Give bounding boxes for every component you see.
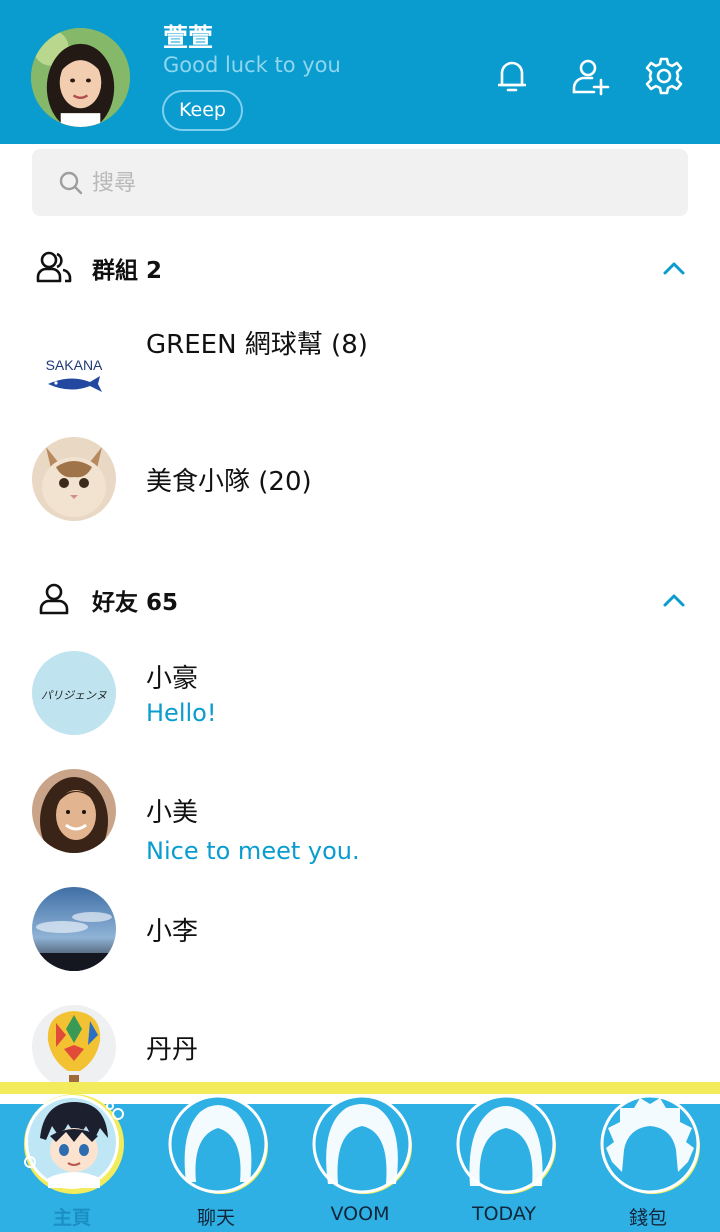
tab-label: VOOM bbox=[330, 1203, 390, 1225]
tab-label: TODAY bbox=[472, 1203, 536, 1225]
chat-character-silhouette-icon bbox=[166, 1092, 270, 1196]
search-bar[interactable] bbox=[32, 149, 688, 216]
voom-character-silhouette-icon bbox=[310, 1092, 414, 1196]
friends-section-header[interactable]: 好友 65 bbox=[0, 568, 720, 628]
cat-avatar bbox=[32, 437, 116, 521]
bell-icon[interactable] bbox=[492, 56, 532, 96]
bottom-navigation: 主頁 聊天 VOOM TODAY 錢包 bbox=[0, 1094, 720, 1232]
friend-item[interactable]: パリジェンヌ 小豪 Hello! bbox=[0, 638, 720, 748]
profile-avatar[interactable] bbox=[31, 28, 130, 127]
friend-item[interactable]: 小李 bbox=[0, 874, 720, 984]
search-input[interactable] bbox=[92, 163, 652, 203]
friends-section-title: 好友 65 bbox=[92, 590, 179, 616]
chevron-up-icon[interactable] bbox=[660, 254, 688, 282]
tab-label: 錢包 bbox=[628, 1207, 667, 1229]
groups-section-title: 群組 2 bbox=[92, 258, 163, 284]
group-name: 美食小隊 (20) bbox=[146, 467, 312, 497]
friend-status-message: Nice to meet you. bbox=[146, 837, 360, 865]
groups-icon bbox=[36, 251, 72, 283]
friend-avatar bbox=[32, 887, 116, 971]
today-character-silhouette-icon bbox=[454, 1092, 558, 1196]
home-character-icon bbox=[22, 1092, 126, 1196]
friend-name: 小美 bbox=[146, 798, 199, 828]
groups-section-header[interactable]: 群組 2 bbox=[0, 236, 720, 296]
friend-icon bbox=[39, 583, 69, 615]
friend-status-message: Hello! bbox=[146, 699, 217, 727]
tab-voom[interactable]: VOOM bbox=[288, 1094, 432, 1232]
profile-header: 萱萱 Good luck to you Keep bbox=[0, 0, 720, 144]
tab-chat[interactable]: 聊天 bbox=[144, 1094, 288, 1232]
tab-wallet[interactable]: 錢包 bbox=[576, 1094, 720, 1232]
chevron-up-icon[interactable] bbox=[660, 586, 688, 614]
friend-avatar bbox=[32, 1005, 116, 1089]
svg-text:パリジェンヌ: パリジェンヌ bbox=[41, 689, 107, 702]
group-name: GREEN 網球幫 (8) bbox=[146, 330, 368, 360]
friend-name: 小李 bbox=[146, 917, 199, 947]
sakana-logo: SAKANA bbox=[32, 336, 116, 420]
search-icon bbox=[59, 171, 83, 195]
group-item-green-tennis[interactable]: SAKANA GREEN 網球幫 (8) bbox=[0, 306, 720, 416]
profile-name: 萱萱 bbox=[163, 23, 214, 52]
friend-item[interactable]: 小美 Nice to meet you. bbox=[0, 756, 720, 866]
friend-name: 小豪 bbox=[146, 664, 199, 694]
wallet-character-silhouette-icon bbox=[598, 1092, 702, 1196]
profile-status-message[interactable]: Good luck to you bbox=[163, 53, 341, 77]
keep-button[interactable]: Keep bbox=[162, 90, 243, 131]
tab-label: 主頁 bbox=[52, 1207, 91, 1229]
friend-avatar: パリジェンヌ bbox=[32, 651, 116, 735]
friend-avatar bbox=[32, 769, 116, 853]
gear-icon[interactable] bbox=[644, 56, 684, 96]
friend-name: 丹丹 bbox=[146, 1035, 199, 1065]
tab-label: 聊天 bbox=[196, 1207, 235, 1229]
tab-today[interactable]: TODAY bbox=[432, 1094, 576, 1232]
svg-text:SAKANA: SAKANA bbox=[46, 357, 103, 373]
tab-home[interactable]: 主頁 bbox=[0, 1094, 144, 1232]
group-item-food-team[interactable]: 美食小隊 (20) bbox=[0, 424, 720, 534]
add-friend-icon[interactable] bbox=[570, 56, 610, 96]
